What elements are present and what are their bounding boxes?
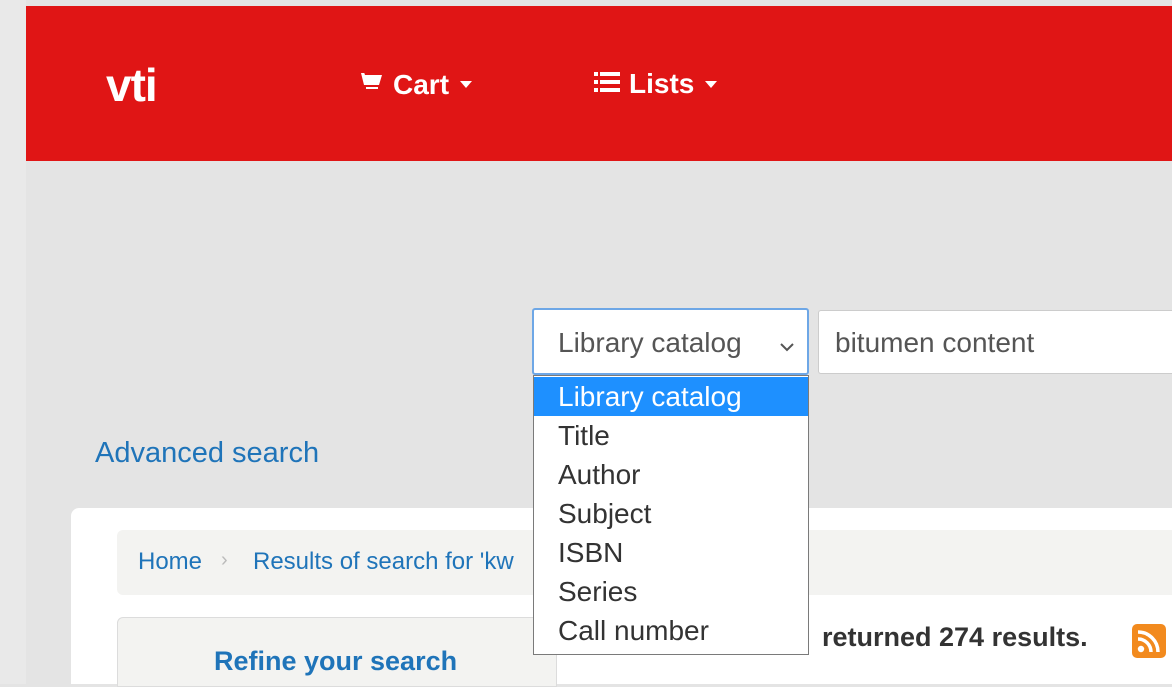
search-scope-option[interactable]: ISBN: [534, 533, 808, 572]
breadcrumb-separator-icon: ›: [221, 549, 228, 571]
list-icon: [594, 70, 620, 98]
rss-icon[interactable]: [1132, 624, 1166, 658]
search-scope-option[interactable]: Library catalog: [534, 377, 808, 416]
search-input[interactable]: bitumen content: [818, 310, 1172, 374]
cart-label: Cart: [393, 68, 450, 100]
refine-search-title[interactable]: Refine your search: [214, 646, 457, 677]
chevron-down-icon: [705, 80, 718, 88]
search-scope-option[interactable]: Subject: [534, 494, 808, 533]
chevron-down-icon: [777, 332, 797, 352]
advanced-search-link[interactable]: Advanced search: [95, 437, 319, 470]
search-scope-dropdown-list: Library catalog Title Author Subject ISB…: [533, 375, 809, 655]
search-scope-select[interactable]: Library catalog: [532, 308, 809, 375]
search-scope-option[interactable]: Author: [534, 455, 808, 494]
breadcrumb-home-link[interactable]: Home: [138, 548, 202, 576]
refine-search-box: Refine your search: [117, 617, 557, 687]
page-left-edge: [0, 0, 26, 684]
lists-label: Lists: [629, 68, 695, 99]
lists-menu-button[interactable]: Lists: [594, 68, 718, 99]
chevron-down-icon: [460, 81, 473, 88]
search-scope-option[interactable]: Title: [534, 416, 808, 455]
search-scope-option[interactable]: Call number: [534, 611, 808, 650]
cart-icon: [358, 70, 384, 99]
top-navbar: vti Cart Lists: [26, 6, 1172, 161]
search-scope-value: Library catalog: [558, 327, 742, 358]
results-summary: returned 274 results.: [822, 622, 1088, 652]
cart-menu-button[interactable]: Cart: [358, 68, 473, 100]
breadcrumb-results-link[interactable]: Results of search for 'kw: [253, 548, 514, 576]
search-scope-option[interactable]: Series: [534, 572, 808, 611]
logo[interactable]: vti: [106, 62, 158, 108]
